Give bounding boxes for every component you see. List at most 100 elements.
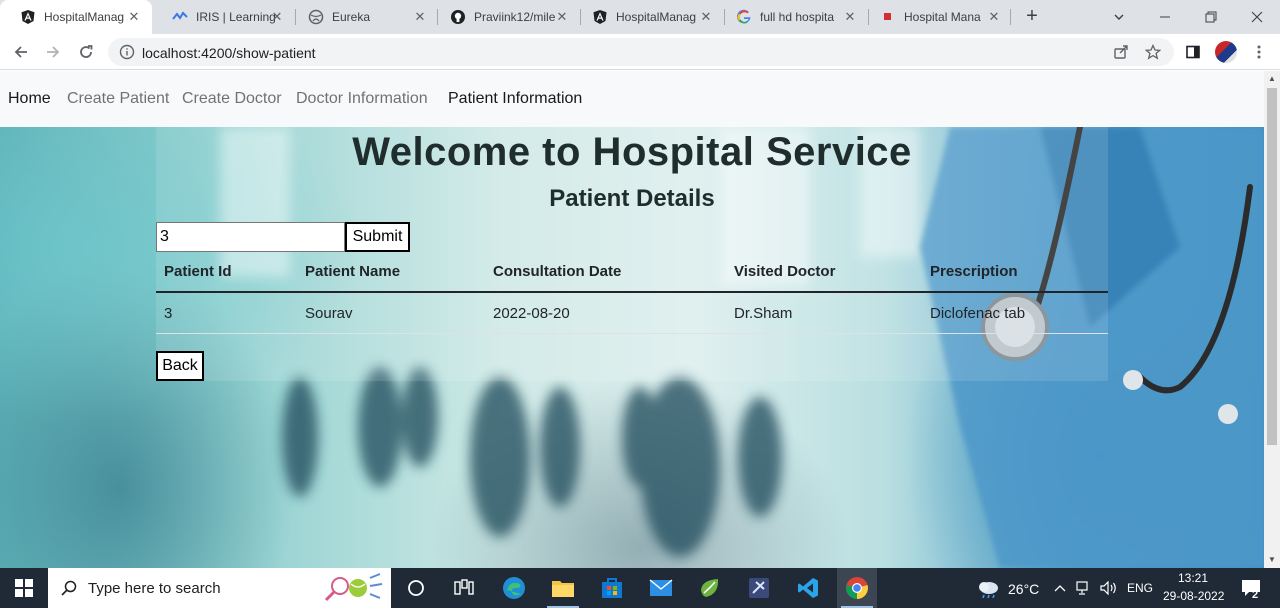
windows-start-icon[interactable] (0, 568, 48, 608)
bookmark-star-icon[interactable] (1144, 43, 1162, 65)
vscode-icon[interactable] (788, 568, 828, 608)
globe-icon (308, 9, 324, 25)
clock-date[interactable]: 29-08-2022 (1163, 589, 1224, 603)
tab-hospital-mana[interactable]: Hospital Mana ✕ (860, 0, 1012, 34)
close-window-icon[interactable] (1246, 6, 1268, 28)
tab-title: Eureka (332, 10, 371, 24)
nav-home[interactable]: Home (8, 90, 51, 108)
spring-tools-icon[interactable] (690, 568, 730, 608)
temperature-text: 26°C (1008, 581, 1040, 597)
page-title: Welcome to Hospital Service (352, 130, 912, 174)
search-highlight-sports-icon (320, 572, 384, 609)
cortana-icon[interactable] (396, 568, 436, 608)
nav-create-patient[interactable]: Create Patient (67, 90, 169, 108)
task-view-icon[interactable] (444, 568, 484, 608)
edge-browser-icon[interactable] (494, 568, 534, 608)
column-header: Prescription (922, 255, 1108, 293)
close-tab-icon[interactable]: ✕ (986, 9, 1002, 25)
back-arrow-icon[interactable] (10, 41, 32, 63)
close-tab-icon[interactable]: ✕ (698, 9, 714, 25)
red-square-icon (880, 9, 896, 25)
notification-center-icon[interactable] (1234, 568, 1268, 608)
tab-search-icon[interactable] (1108, 6, 1130, 28)
nav-doctor-information[interactable]: Doctor Information (296, 90, 428, 108)
tab-title: Praviink12/mile (474, 10, 556, 24)
navbar: Home Create Patient Create Doctor Doctor… (0, 71, 1264, 127)
close-tab-icon[interactable]: ✕ (842, 9, 858, 25)
new-tab-button[interactable]: + (1022, 6, 1042, 27)
github-icon (450, 9, 466, 25)
url-text: localhost:4200/show-patient (142, 45, 316, 61)
table-cell: Sourav (297, 292, 485, 334)
nav-patient-information[interactable]: Patient Information (448, 90, 582, 108)
tab-iris[interactable]: IRIS | Learning ✕ (152, 0, 295, 34)
tab-strip: HospitalManag ✕ IRIS | Learning ✕ Eureka… (0, 0, 1280, 34)
close-tab-icon[interactable]: ✕ (412, 9, 428, 25)
table-cell: Dr.Sham (726, 292, 922, 334)
address-bar[interactable]: localhost:4200/show-patient (108, 38, 1174, 66)
chrome-icon[interactable] (837, 568, 877, 608)
table-cell: 3 (156, 292, 297, 334)
submit-button[interactable]: Submit (345, 222, 410, 252)
scroll-up-arrow-icon[interactable]: ▲ (1268, 75, 1276, 83)
close-tab-icon[interactable]: ✕ (269, 9, 285, 25)
back-button[interactable]: Back (156, 351, 204, 381)
language-indicator[interactable]: ENG (1127, 581, 1153, 595)
angular-icon (592, 9, 608, 25)
page-scrollbar[interactable]: ▲ ▼ (1264, 71, 1280, 568)
table-cell: 2022-08-20 (485, 292, 726, 334)
tab-title: Hospital Mana (904, 10, 981, 24)
column-header: Visited Doctor (726, 255, 922, 293)
windows-taskbar: Type here to search 26°C ENG 13:21 29-08… (0, 568, 1280, 608)
patient-table: Patient Id Patient Name Consultation Dat… (156, 255, 1108, 334)
close-tab-icon[interactable]: ✕ (126, 9, 142, 25)
tab-title: full hd hospita (760, 10, 835, 24)
angular-icon (20, 9, 36, 25)
patient-id-input[interactable] (156, 222, 345, 252)
side-panel-icon[interactable] (1182, 41, 1204, 63)
iris-icon (172, 9, 188, 25)
minimize-icon[interactable] (1154, 6, 1176, 28)
file-explorer-icon[interactable] (543, 568, 583, 608)
column-header: Consultation Date (485, 255, 726, 293)
profile-avatar[interactable] (1215, 41, 1237, 63)
table-cell: Diclofenac tab (922, 292, 1108, 334)
show-hidden-icons-icon[interactable] (1050, 568, 1070, 608)
volume-icon[interactable] (1098, 568, 1120, 608)
google-icon (736, 9, 752, 25)
close-tab-icon[interactable]: ✕ (554, 9, 570, 25)
mail-icon[interactable] (641, 568, 681, 608)
table-header-row: Patient Id Patient Name Consultation Dat… (156, 255, 1108, 293)
column-header: Patient Id (156, 255, 297, 293)
browser-toolbar: localhost:4200/show-patient (0, 34, 1280, 70)
column-header: Patient Name (297, 255, 485, 293)
share-icon[interactable] (1113, 44, 1129, 65)
nav-create-doctor[interactable]: Create Doctor (182, 90, 282, 108)
reload-icon[interactable] (75, 41, 97, 63)
tab-title: HospitalManag (44, 10, 125, 24)
tab-hospital-management-2[interactable]: HospitalManag ✕ (572, 0, 724, 34)
search-icon (60, 579, 78, 597)
eclipse-ide-icon[interactable] (739, 568, 779, 608)
scroll-down-arrow-icon[interactable]: ▼ (1268, 556, 1276, 564)
tab-github[interactable]: Praviink12/mile ✕ (430, 0, 580, 34)
restore-icon[interactable] (1200, 6, 1222, 28)
tab-eureka[interactable]: Eureka ✕ (288, 0, 438, 34)
weather-icon[interactable] (974, 568, 1002, 608)
tab-google-search[interactable]: full hd hospita ✕ (716, 0, 868, 34)
taskbar-search-box[interactable]: Type here to search (48, 568, 391, 608)
microsoft-store-icon[interactable] (592, 568, 632, 608)
section-title: Patient Details (549, 185, 715, 212)
tab-separator (1010, 9, 1011, 25)
table-row: 3 Sourav 2022-08-20 Dr.Sham Diclofenac t… (156, 292, 1108, 334)
notification-count-badge: 2 (1252, 589, 1259, 601)
more-menu-icon[interactable] (1248, 41, 1270, 63)
forward-arrow-icon[interactable] (42, 41, 64, 63)
network-icon[interactable] (1074, 568, 1094, 608)
scrollbar-thumb[interactable] (1267, 88, 1277, 445)
clock-time[interactable]: 13:21 (1178, 571, 1208, 585)
tab-title: HospitalManag (616, 10, 697, 24)
tab-hospital-management[interactable]: HospitalManag ✕ (0, 0, 152, 34)
search-placeholder: Type here to search (88, 579, 221, 597)
site-info-icon[interactable] (119, 44, 135, 65)
